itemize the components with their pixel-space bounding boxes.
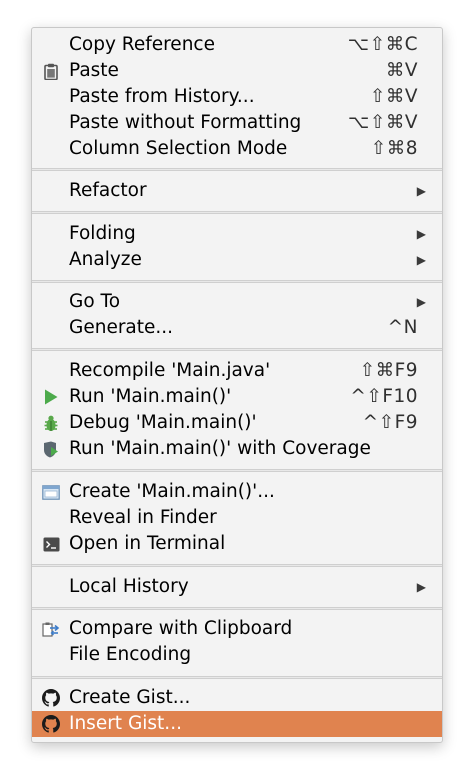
menu-item-label: Insert Gist...: [69, 713, 182, 734]
menu-item-debug[interactable]: Debug 'Main.main()' ^⇧F9: [32, 410, 442, 436]
menu-group-run: Recompile 'Main.java' ⇧⌘F9 Run 'Main.mai…: [32, 358, 442, 462]
menu-separator: [32, 676, 442, 679]
menu-item-go-to[interactable]: Go To ▶: [32, 289, 442, 315]
menu-item-paste[interactable]: Paste ⌘V: [32, 58, 442, 84]
menu-item-create-gist[interactable]: Create Gist...: [32, 685, 442, 711]
menu-item-label: Run 'Main.main()': [69, 386, 232, 407]
menu-item-recompile[interactable]: Recompile 'Main.java' ⇧⌘F9: [32, 358, 442, 384]
compare-icon: [42, 620, 60, 638]
menu-item-label: Analyze: [69, 249, 142, 270]
menu-separator: [32, 607, 442, 610]
menu-item-label: Debug 'Main.main()': [69, 412, 257, 433]
menu-item-shortcut: ^⇧F9: [362, 412, 418, 433]
menu-item-label: Local History: [69, 576, 189, 597]
run-config-window-icon: [42, 483, 60, 501]
menu-group-folding: Folding ▶ Analyze ▶: [32, 221, 442, 273]
submenu-arrow-icon: ▶: [416, 184, 426, 198]
menu-item-shortcut: ⇧⌘V: [369, 86, 418, 107]
menu-item-open-in-terminal[interactable]: Open in Terminal: [32, 531, 442, 557]
clipboard-icon: [42, 62, 60, 80]
menu-item-shortcut: ⌥⇧⌘C: [347, 34, 418, 55]
menu-item-compare-with-clipboard[interactable]: Compare with Clipboard: [32, 616, 442, 642]
menu-item-label: Folding: [69, 223, 136, 244]
menu-item-local-history[interactable]: Local History ▶: [32, 574, 442, 600]
menu-separator: [32, 564, 442, 567]
github-icon: [42, 715, 60, 733]
menu-item-insert-gist[interactable]: Insert Gist...: [32, 711, 442, 737]
submenu-arrow-icon: ▶: [416, 295, 426, 309]
menu-separator: [32, 348, 442, 351]
menu-item-label: Create Gist...: [69, 687, 191, 708]
menu-item-folding[interactable]: Folding ▶: [32, 221, 442, 247]
menu-separator: [32, 211, 442, 214]
menu-item-label: Copy Reference: [69, 34, 215, 55]
menu-group-compare: Compare with Clipboard File Encoding: [32, 616, 442, 668]
menu-item-label: Generate...: [69, 317, 174, 338]
run-icon: [42, 388, 60, 406]
context-menu: Copy Reference ⌥⇧⌘C Paste ⌘V Paste from …: [31, 27, 443, 743]
menu-item-file-encoding[interactable]: File Encoding: [32, 642, 442, 668]
menu-item-label: Reveal in Finder: [69, 507, 217, 528]
menu-group-refactor: Refactor ▶: [32, 178, 442, 204]
submenu-arrow-icon: ▶: [416, 227, 426, 241]
menu-item-label: Paste without Formatting: [69, 112, 302, 133]
menu-item-label: Open in Terminal: [69, 533, 226, 554]
menu-separator: [32, 469, 442, 472]
menu-item-run-with-coverage[interactable]: Run 'Main.main()' with Coverage: [32, 436, 442, 462]
menu-item-analyze[interactable]: Analyze ▶: [32, 247, 442, 273]
submenu-arrow-icon: ▶: [416, 580, 426, 594]
menu-item-paste-without-formatting[interactable]: Paste without Formatting ⌥⇧⌘V: [32, 110, 442, 136]
menu-item-copy-reference[interactable]: Copy Reference ⌥⇧⌘C: [32, 32, 442, 58]
submenu-arrow-icon: ▶: [416, 253, 426, 267]
debug-bug-icon: [42, 414, 60, 432]
menu-separator: [32, 280, 442, 283]
menu-item-reveal-in-finder[interactable]: Reveal in Finder: [32, 505, 442, 531]
menu-item-shortcut: ^⇧F10: [350, 386, 418, 407]
menu-item-column-selection-mode[interactable]: Column Selection Mode ⇧⌘8: [32, 136, 442, 162]
menu-group-clipboard: Copy Reference ⌥⇧⌘C Paste ⌘V Paste from …: [32, 32, 442, 162]
github-icon: [42, 689, 60, 707]
menu-item-label: Create 'Main.main()'...: [69, 481, 275, 502]
menu-group-file: Create 'Main.main()'... Reveal in Finder…: [32, 479, 442, 557]
menu-item-run[interactable]: Run 'Main.main()' ^⇧F10: [32, 384, 442, 410]
menu-item-label: Paste: [69, 60, 119, 81]
menu-item-shortcut: ⌥⇧⌘V: [348, 112, 418, 133]
menu-item-create-run-config[interactable]: Create 'Main.main()'...: [32, 479, 442, 505]
menu-item-label: File Encoding: [69, 644, 192, 665]
menu-item-generate[interactable]: Generate... ^N: [32, 315, 442, 341]
menu-group-history: Local History ▶: [32, 574, 442, 600]
menu-item-label: Go To: [69, 291, 121, 312]
menu-item-shortcut: ⇧⌘F9: [359, 360, 418, 381]
terminal-icon: [42, 535, 60, 553]
menu-item-label: Paste from History...: [69, 86, 255, 107]
menu-item-label: Refactor: [69, 180, 147, 201]
menu-group-navigate: Go To ▶ Generate... ^N: [32, 289, 442, 341]
menu-item-refactor[interactable]: Refactor ▶: [32, 178, 442, 204]
menu-item-label: Recompile 'Main.java': [69, 360, 271, 381]
menu-group-gist: Create Gist... Insert Gist...: [32, 685, 442, 737]
menu-item-paste-from-history[interactable]: Paste from History... ⇧⌘V: [32, 84, 442, 110]
menu-item-label: Run 'Main.main()' with Coverage: [69, 438, 371, 459]
menu-item-shortcut: ^N: [387, 317, 418, 338]
menu-separator: [32, 168, 442, 171]
menu-item-shortcut: ⌘V: [385, 60, 418, 81]
menu-item-shortcut: ⇧⌘8: [370, 138, 418, 159]
menu-item-label: Column Selection Mode: [69, 138, 288, 159]
menu-item-label: Compare with Clipboard: [69, 618, 293, 639]
coverage-shield-icon: [42, 440, 60, 458]
